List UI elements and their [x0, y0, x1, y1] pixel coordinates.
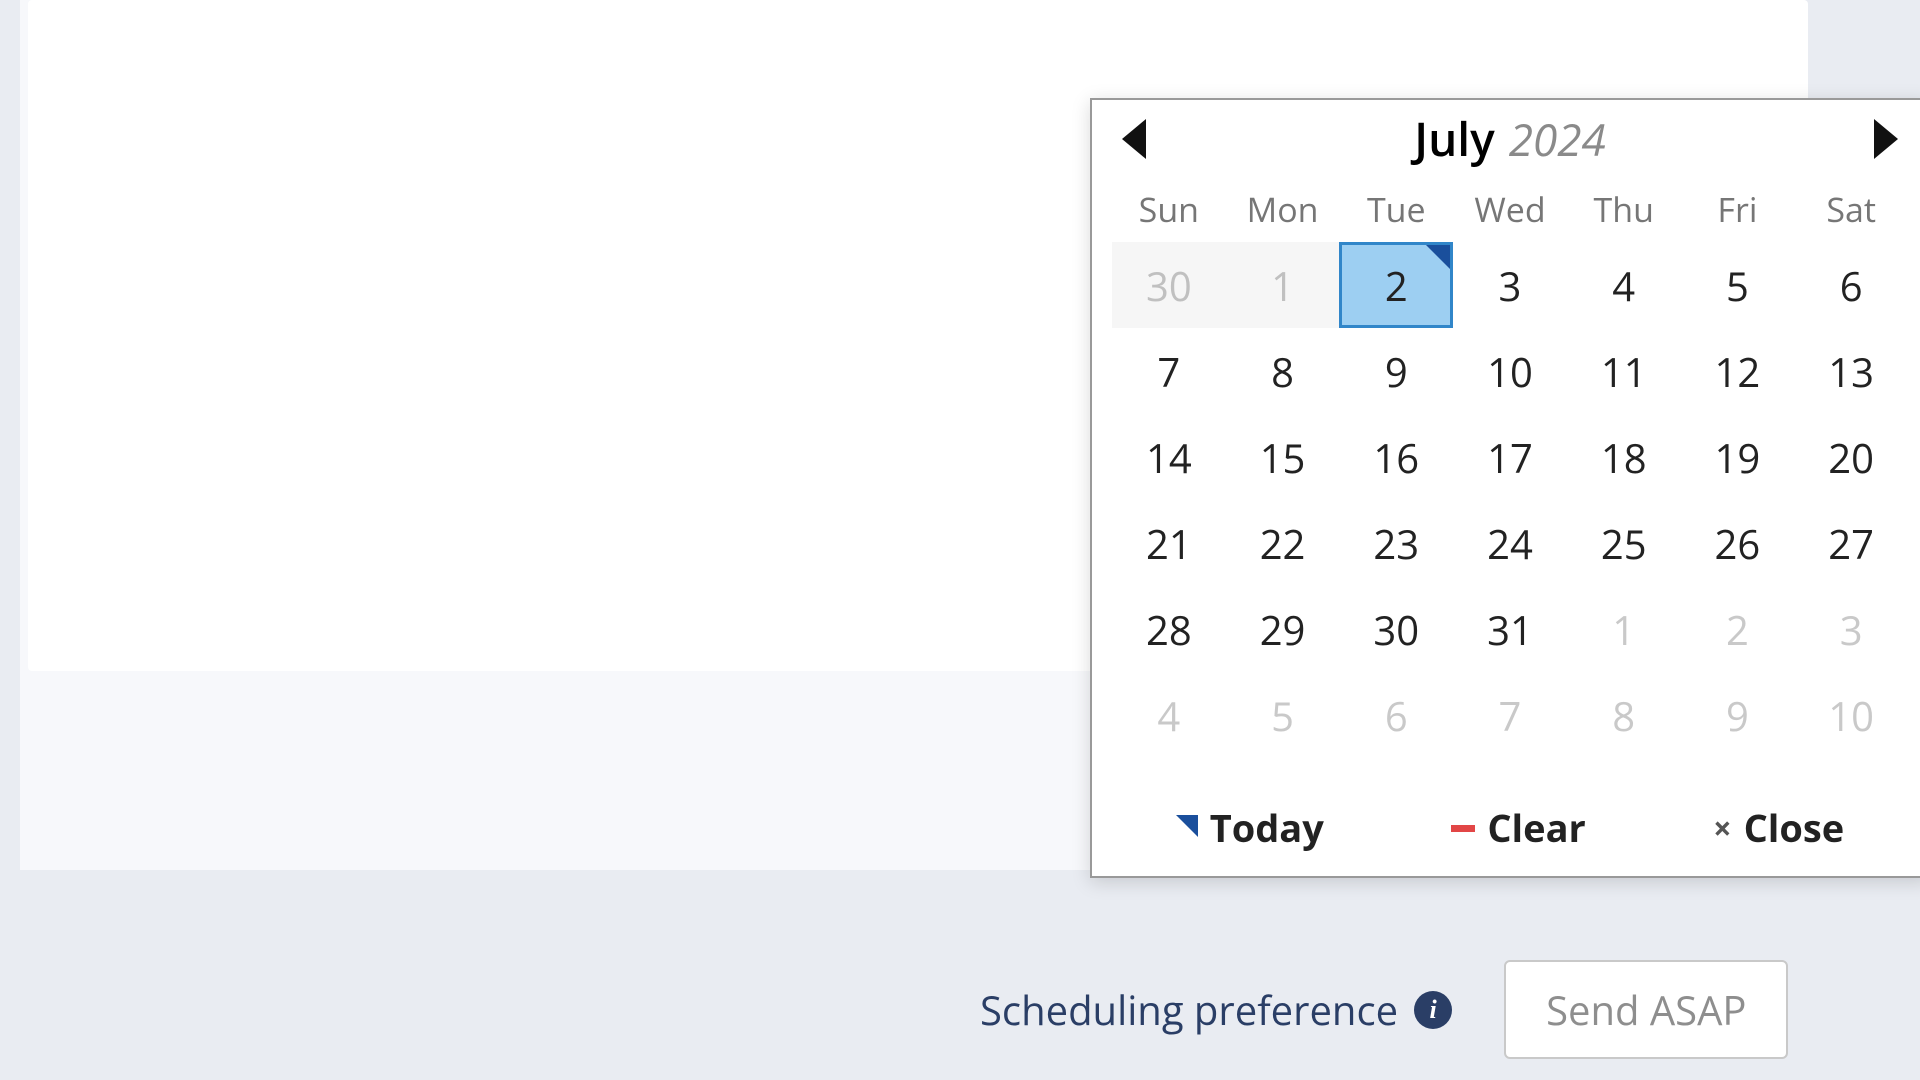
- calendar-day-cell[interactable]: 6: [1794, 242, 1908, 328]
- calendar-day-cell[interactable]: 30: [1112, 242, 1226, 328]
- calendar-day-cell[interactable]: 18: [1567, 414, 1681, 500]
- calendar-day-cell[interactable]: 25: [1567, 500, 1681, 586]
- calendar-day-cell[interactable]: 10: [1453, 328, 1567, 414]
- calendar-day-cell[interactable]: 10: [1794, 672, 1908, 758]
- dow-thu: Thu: [1567, 180, 1681, 242]
- clear-label: Clear: [1487, 802, 1585, 854]
- today-marker-icon: [1176, 815, 1198, 837]
- calendar-day-cell[interactable]: 3: [1794, 586, 1908, 672]
- calendar-day-cell[interactable]: 20: [1794, 414, 1908, 500]
- calendar-day-cell[interactable]: 4: [1112, 672, 1226, 758]
- dow-sat: Sat: [1794, 180, 1908, 242]
- calendar-day-cell[interactable]: 19: [1681, 414, 1795, 500]
- dow-mon: Mon: [1226, 180, 1340, 242]
- calendar-day-cell[interactable]: 6: [1339, 672, 1453, 758]
- calendar-day-cell[interactable]: 8: [1226, 328, 1340, 414]
- dow-fri: Fri: [1681, 180, 1795, 242]
- dow-tue: Tue: [1339, 180, 1453, 242]
- calendar-day-cell[interactable]: 3: [1453, 242, 1567, 328]
- calendar-day-cell[interactable]: 15: [1226, 414, 1340, 500]
- calendar-day-cell[interactable]: 9: [1339, 328, 1453, 414]
- today-label: Today: [1210, 802, 1324, 854]
- calendar-day-cell[interactable]: 29: [1226, 586, 1340, 672]
- calendar-day-cell[interactable]: 16: [1339, 414, 1453, 500]
- minus-icon: [1451, 825, 1475, 832]
- calendar-day-cell[interactable]: 26: [1681, 500, 1795, 586]
- calendar-actions: Today Clear × Close: [1112, 758, 1908, 862]
- calendar-day-cell[interactable]: 31: [1453, 586, 1567, 672]
- scheduling-preference-row: Scheduling preference i Send ASAP: [980, 960, 1788, 1059]
- calendar-day-cell[interactable]: 5: [1226, 672, 1340, 758]
- calendar-day-cell[interactable]: 30: [1339, 586, 1453, 672]
- calendar-day-cell[interactable]: 8: [1567, 672, 1681, 758]
- calendar-day-cell[interactable]: 12: [1681, 328, 1795, 414]
- prev-month-button[interactable]: [1118, 117, 1152, 161]
- scheduling-preference-label: Scheduling preference: [980, 982, 1398, 1037]
- calendar-month-label: July: [1414, 108, 1494, 170]
- calendar-day-cell[interactable]: 2: [1339, 242, 1453, 328]
- calendar-day-cell[interactable]: 22: [1226, 500, 1340, 586]
- calendar-day-cell[interactable]: 21: [1112, 500, 1226, 586]
- calendar-header: July 2024: [1112, 100, 1908, 180]
- calendar-day-cell[interactable]: 5: [1681, 242, 1795, 328]
- calendar-day-cell[interactable]: 27: [1794, 500, 1908, 586]
- calendar-day-cell[interactable]: 17: [1453, 414, 1567, 500]
- clear-button[interactable]: Clear: [1451, 802, 1585, 854]
- calendar-day-cell[interactable]: 1: [1226, 242, 1340, 328]
- dow-wed: Wed: [1453, 180, 1567, 242]
- calendar-day-cell[interactable]: 28: [1112, 586, 1226, 672]
- chevron-right-icon: [1868, 117, 1902, 161]
- send-asap-button[interactable]: Send ASAP: [1504, 960, 1788, 1059]
- calendar-date-picker: July 2024 Sun Mon Tue Wed Thu Fri Sat 30…: [1090, 98, 1920, 878]
- calendar-day-cell[interactable]: 24: [1453, 500, 1567, 586]
- info-icon[interactable]: i: [1414, 991, 1452, 1029]
- calendar-day-cell[interactable]: 7: [1112, 328, 1226, 414]
- calendar-day-cell[interactable]: 4: [1567, 242, 1681, 328]
- calendar-day-cell[interactable]: 11: [1567, 328, 1681, 414]
- calendar-day-cell[interactable]: 13: [1794, 328, 1908, 414]
- calendar-day-cell[interactable]: 1: [1567, 586, 1681, 672]
- calendar-dow-row: Sun Mon Tue Wed Thu Fri Sat: [1112, 180, 1908, 242]
- calendar-title[interactable]: July 2024: [1414, 108, 1605, 170]
- dow-sun: Sun: [1112, 180, 1226, 242]
- close-icon: ×: [1713, 807, 1731, 850]
- calendar-days-grid: 3012345678910111213141516171819202122232…: [1112, 242, 1908, 758]
- calendar-day-cell[interactable]: 23: [1339, 500, 1453, 586]
- chevron-left-icon: [1118, 117, 1152, 161]
- next-month-button[interactable]: [1868, 117, 1902, 161]
- calendar-year-label: 2024: [1509, 109, 1606, 169]
- calendar-day-cell[interactable]: 14: [1112, 414, 1226, 500]
- close-button[interactable]: × Close: [1713, 802, 1844, 854]
- close-label: Close: [1744, 802, 1845, 854]
- calendar-day-cell[interactable]: 9: [1681, 672, 1795, 758]
- calendar-day-cell[interactable]: 2: [1681, 586, 1795, 672]
- today-button[interactable]: Today: [1176, 802, 1324, 854]
- calendar-day-cell[interactable]: 7: [1453, 672, 1567, 758]
